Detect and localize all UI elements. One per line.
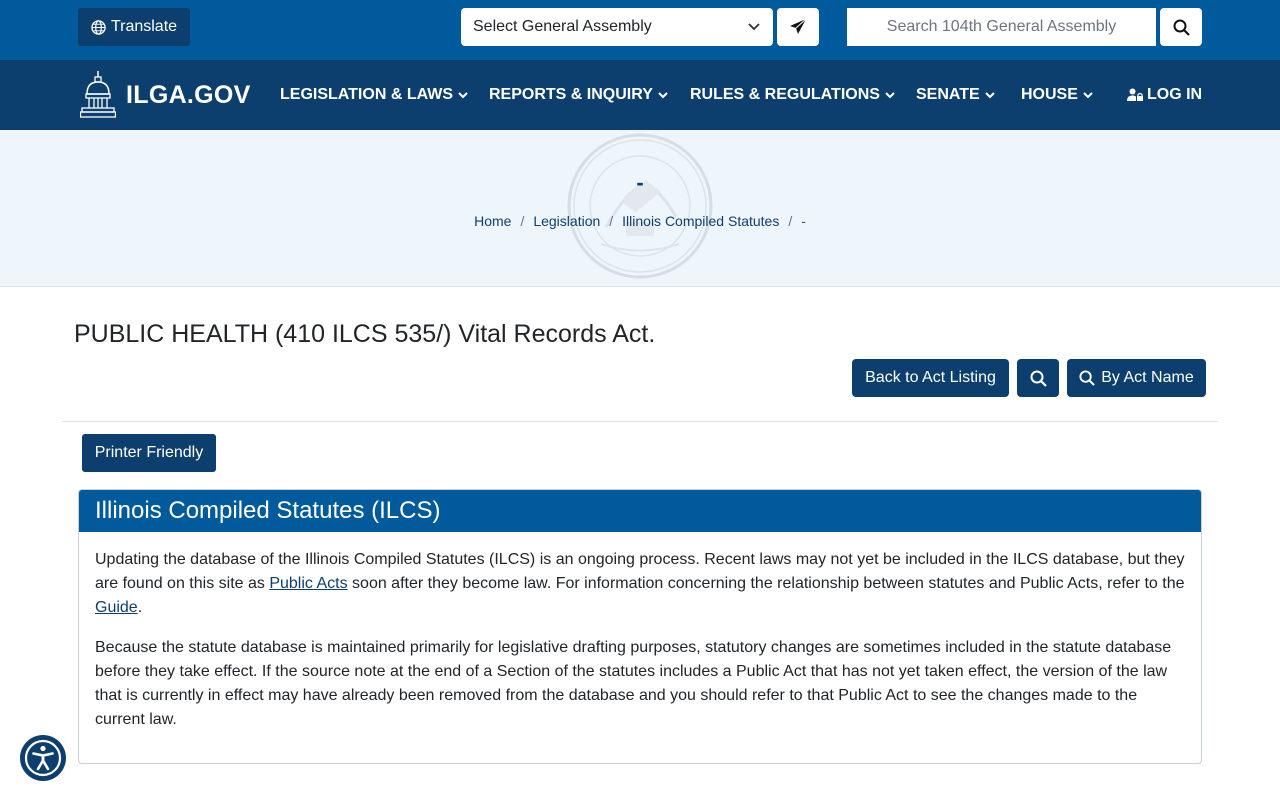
capitol-dome-icon — [80, 71, 116, 118]
chevron-down-icon — [458, 92, 468, 99]
page-title: PUBLIC HEALTH (410 ILCS 535/) Vital Reco… — [74, 320, 656, 348]
user-lock-icon — [1127, 88, 1143, 101]
nav-senate-label: SENATE — [916, 86, 980, 103]
breadcrumb-current: - — [801, 213, 806, 229]
paper-plane-icon — [790, 18, 807, 34]
nav-rules-regulations[interactable]: RULES & REGULATIONS — [690, 60, 896, 130]
back-to-act-listing-button[interactable]: Back to Act Listing — [852, 359, 1009, 397]
chevron-down-icon — [1083, 92, 1093, 99]
breadcrumb-ilcs[interactable]: Illinois Compiled Statutes — [622, 213, 779, 229]
accessibility-icon — [24, 739, 62, 777]
nav-legislation-laws-label: LEGISLATION & LAWS — [280, 86, 454, 103]
ilcs-paragraph-1: Updating the database of the Illinois Co… — [95, 551, 1185, 616]
search-icon — [1030, 370, 1047, 387]
chevron-down-icon — [885, 92, 895, 99]
chevron-down-icon — [658, 92, 668, 99]
ilcs-info-card: Illinois Compiled Statutes (ILCS) Updati… — [78, 489, 1202, 764]
ilcs-card-header: Illinois Compiled Statutes (ILCS) — [79, 490, 1201, 532]
printer-friendly-label: Printer Friendly — [94, 444, 204, 461]
public-acts-link[interactable]: Public Acts — [269, 575, 347, 592]
go-assembly-button[interactable] — [777, 8, 819, 46]
search-icon — [1173, 19, 1190, 36]
divider — [62, 421, 1218, 422]
nav-house-label: HOUSE — [1021, 86, 1078, 103]
search-icon — [1079, 370, 1096, 386]
chevron-down-icon — [748, 23, 760, 31]
search-by-act-name-button[interactable]: By Act Name — [1067, 359, 1206, 397]
main-navbar: ILGA.GOV LEGISLATION & LAWS REPORTS & IN… — [0, 60, 1280, 130]
nav-reports-inquiry[interactable]: REPORTS & INQUIRY — [489, 60, 669, 130]
ilcs-card-body: Updating the database of the Illinois Co… — [79, 532, 1201, 732]
nav-senate[interactable]: SENATE — [916, 60, 996, 130]
globe-icon — [91, 19, 106, 35]
general-assembly-select[interactable]: Select General Assembly — [461, 8, 773, 46]
breadcrumb-legislation[interactable]: Legislation — [533, 213, 600, 229]
breadcrumb-home[interactable]: Home — [474, 213, 511, 229]
chevron-down-icon — [985, 92, 995, 99]
printer-friendly-button[interactable]: Printer Friendly — [82, 434, 216, 472]
breadcrumb: Home / Legislation / Illinois Compiled Statu… — [474, 213, 806, 229]
accessibility-button[interactable] — [20, 735, 66, 781]
nav-login[interactable]: LOG IN — [1127, 60, 1202, 130]
nav-house[interactable]: HOUSE — [1021, 60, 1094, 130]
nav-reports-inquiry-label: REPORTS & INQUIRY — [489, 86, 653, 103]
nav-legislation-laws[interactable]: LEGISLATION & LAWS — [280, 60, 469, 130]
page-hero: - Home / Legislation / Illinois Compiled Sta… — [0, 130, 1280, 287]
hero-title: - — [636, 170, 644, 195]
logo-text: ILGA.GOV — [126, 80, 251, 109]
translate-button[interactable]: Translate — [78, 8, 190, 46]
translate-label: Translate — [110, 18, 178, 35]
search-acts-button[interactable] — [1017, 359, 1059, 397]
nav-login-label: LOG IN — [1147, 86, 1203, 103]
state-seal-watermark — [567, 133, 713, 279]
nav-rules-regulations-label: RULES & REGULATIONS — [690, 86, 880, 103]
top-bar: Translate Select General Assembly — [0, 0, 1280, 60]
site-logo[interactable]: ILGA.GOV — [80, 70, 251, 120]
general-assembly-select-value: Select General Assembly — [473, 18, 652, 35]
guide-link[interactable]: Guide — [95, 599, 138, 616]
search-input[interactable] — [847, 8, 1156, 46]
ilcs-paragraph-2: Because the statute database is maintain… — [95, 639, 1172, 728]
back-to-act-listing-label: Back to Act Listing — [865, 369, 996, 386]
search-button[interactable] — [1160, 8, 1202, 46]
by-act-name-label: By Act Name — [1101, 369, 1194, 386]
